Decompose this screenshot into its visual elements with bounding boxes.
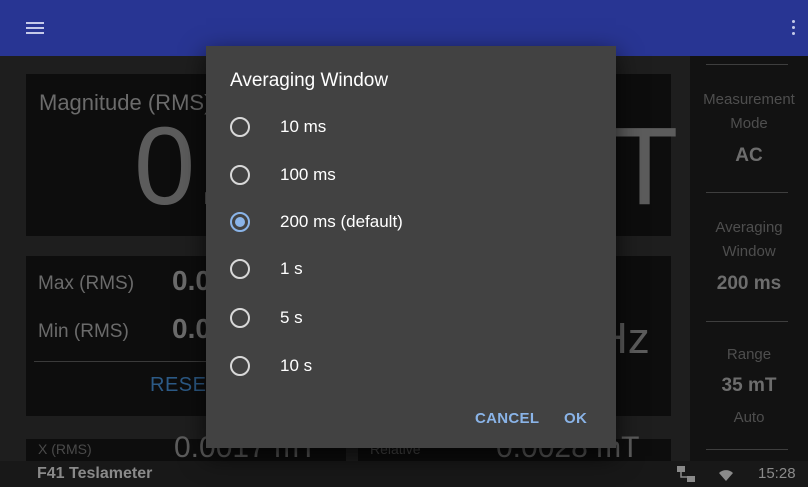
hamburger-menu-icon[interactable]: [26, 22, 44, 34]
overflow-menu-icon[interactable]: [792, 20, 796, 36]
max-label: Max (RMS): [38, 273, 135, 294]
radio-button[interactable]: [230, 308, 250, 328]
radio-button[interactable]: [230, 165, 250, 185]
option-10s[interactable]: 10 s: [230, 346, 590, 386]
option-label: 1 s: [280, 259, 303, 278]
radio-button-selected[interactable]: [230, 212, 250, 232]
averaging-window-dialog: Averaging Window 10 ms 100 ms 200 ms (de…: [206, 46, 616, 448]
side-separator: [706, 192, 788, 193]
device-title: F41 Teslameter: [37, 465, 153, 482]
averaging-window-label: Averaging Window: [715, 219, 783, 260]
dialog-title: Averaging Window: [230, 70, 389, 91]
x-rms-label: X (RMS): [38, 441, 92, 457]
side-panel: Measurement Mode AC Averaging Window 200…: [690, 56, 808, 461]
option-1s[interactable]: 1 s: [230, 249, 590, 289]
averaging-window-value: 200 ms: [716, 273, 782, 294]
measurement-mode-label: Measurement Mode: [703, 91, 795, 132]
clock: 15:28: [758, 465, 796, 482]
option-10ms[interactable]: 10 ms: [230, 107, 590, 147]
side-separator: [706, 321, 788, 322]
side-separator: [706, 64, 788, 65]
option-label: 10 s: [280, 356, 313, 375]
range-label: Range: [726, 346, 772, 363]
option-100ms[interactable]: 100 ms: [230, 155, 590, 195]
radio-button[interactable]: [230, 259, 250, 279]
option-label: 5 s: [280, 308, 303, 327]
magnitude-unit: T: [611, 105, 679, 228]
range-value: 35 mT: [721, 375, 777, 396]
wifi-icon: [719, 470, 733, 481]
option-label: 200 ms (default): [280, 212, 403, 231]
cancel-button[interactable]: CANCEL: [475, 410, 539, 427]
side-separator: [706, 449, 788, 450]
option-200ms-default[interactable]: 200 ms (default): [230, 202, 590, 242]
measurement-mode-value: AC: [735, 145, 763, 166]
range-sub: Auto: [733, 409, 765, 426]
status-bar: F41 Teslameter 15:28: [0, 461, 808, 487]
radio-button[interactable]: [230, 356, 250, 376]
radio-button[interactable]: [230, 117, 250, 137]
ok-button[interactable]: OK: [564, 410, 587, 427]
option-5s[interactable]: 5 s: [230, 298, 590, 338]
min-label: Min (RMS): [38, 321, 129, 342]
ethernet-icon: [677, 466, 695, 482]
option-label: 100 ms: [280, 165, 336, 184]
option-label: 10 ms: [280, 117, 327, 136]
